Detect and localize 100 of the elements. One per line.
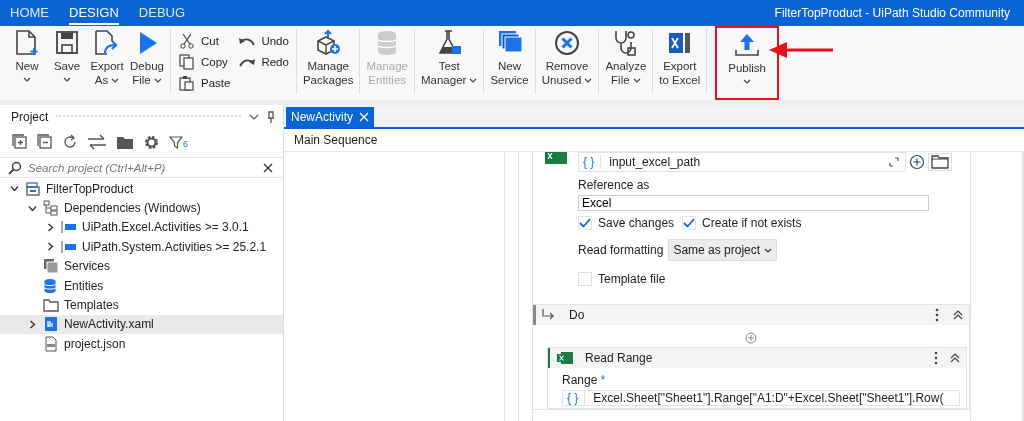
tree-item[interactable]: Templates (0, 295, 283, 315)
activity-title: Read Range (585, 351, 653, 365)
checkbox-option[interactable]: Save changes (578, 216, 675, 230)
folder-icon[interactable] (116, 134, 134, 150)
breadcrumb[interactable]: Main Sequence (294, 133, 378, 147)
collapse-all-icon[interactable] (37, 134, 53, 150)
menu-tab[interactable]: DESIGN (69, 1, 119, 25)
container-title: Do (569, 308, 585, 322)
field-label: Reference as (578, 178, 651, 192)
required-mark: * (600, 373, 606, 387)
checkbox[interactable] (578, 216, 592, 230)
expand-icon[interactable] (889, 157, 899, 167)
tree-label: project.json (64, 336, 126, 351)
chevron-right-icon[interactable] (27, 319, 37, 329)
ribbon-small-button[interactable]: Paste (178, 73, 231, 92)
tree-label: Templates (64, 298, 119, 313)
ribbon-button[interactable]: New Service (487, 29, 532, 94)
path-value: input_excel_path (609, 155, 702, 169)
tree-item[interactable]: UiPath.System.Activities >= 25.2.1 (0, 237, 283, 257)
window-title: FilterTopProduct - UiPath Studio Community (774, 6, 1010, 20)
ribbon-button[interactable]: Debug File (127, 29, 167, 94)
range-field[interactable]: { } Excel.Sheet["Sheet1"].Range["A1:D"+Excel.Sheet["Sheet1"].Row( (562, 390, 960, 406)
caret-icon (153, 77, 162, 83)
ribbon-small-button[interactable]: Redo (238, 52, 289, 71)
ribbon-button[interactable]: Publish (725, 31, 769, 94)
stacked-windows-icon (43, 258, 59, 275)
tree-item[interactable]: UiPath.Excel.Activities >= 3.0.1 (0, 217, 283, 238)
caret-icon (632, 77, 641, 83)
field-label: Read formatting (578, 243, 664, 257)
caret-icon (23, 77, 31, 82)
branch-arrow-icon (541, 309, 555, 321)
more-icon[interactable] (935, 308, 939, 322)
tree-item[interactable]: Services (0, 256, 283, 276)
caret-icon (743, 79, 752, 84)
remove-circle-icon (553, 29, 582, 57)
filter-count: 6 (183, 138, 188, 149)
tree-label: Dependencies (Windows) (64, 201, 201, 216)
close-icon[interactable] (263, 162, 273, 173)
checkbox-option[interactable]: Create if not exists (682, 216, 802, 230)
ribbon-button[interactable]: New (7, 29, 47, 94)
tree-label: UiPath.Excel.Activities >= 3.0.1 (82, 220, 249, 235)
ribbon-button[interactable]: Export to Excel (656, 29, 704, 94)
checkbox-label: Create if not exists (702, 216, 802, 230)
chevron-down-icon[interactable] (9, 184, 19, 194)
menu-tab[interactable]: HOME (10, 1, 49, 25)
panel-title: Project (11, 110, 49, 124)
chevron-down-icon[interactable] (27, 203, 37, 213)
collapse-icon[interactable] (953, 310, 963, 320)
chevron-right-icon[interactable] (45, 222, 55, 232)
checkbox[interactable] (578, 272, 592, 286)
settings-icon[interactable] (143, 133, 160, 151)
ribbon-button[interactable]: Test Manager (418, 29, 481, 94)
search-icon (8, 160, 22, 175)
filter-button[interactable]: 6 (169, 135, 188, 149)
tree-item[interactable]: Dependencies (Windows) (0, 198, 283, 218)
path-field[interactable]: { } input_excel_path (578, 152, 906, 172)
checkbox-option[interactable]: Template file (578, 272, 952, 286)
flask-icon (436, 29, 463, 57)
add-circle-icon[interactable] (909, 154, 925, 170)
menu-tab[interactable]: DEBUG (138, 1, 186, 25)
ribbon-button[interactable]: Export As (87, 29, 127, 94)
ribbon-button[interactable]: Manage Packages (299, 29, 357, 94)
collapse-icon[interactable] (950, 353, 960, 363)
caret-icon (111, 77, 120, 83)
tree-item[interactable]: NewActivity.xaml (0, 314, 283, 335)
database-icon (43, 277, 59, 294)
refresh-icon[interactable] (62, 134, 78, 150)
reference-input[interactable]: Excel (578, 195, 929, 211)
ribbon-small-button[interactable]: Cut (178, 31, 231, 50)
tree-label: FilterTopProduct (46, 181, 134, 196)
pin-icon[interactable] (267, 111, 275, 123)
tree-label: NewActivity.xaml (64, 317, 154, 332)
ribbon-button[interactable]: Save (47, 29, 87, 94)
sync-arrows-icon[interactable] (87, 134, 107, 150)
caret-icon (584, 77, 593, 83)
tree-item[interactable]: project.json (0, 334, 283, 354)
new-file-icon (14, 29, 40, 57)
range-value: Excel.Sheet["Sheet1"].Range["A1:D"+Excel.Sheet["Sheet1"].Row( (593, 391, 945, 405)
tree-label: Entities (64, 278, 104, 293)
project-icon (25, 180, 41, 197)
formatting-dropdown[interactable]: Same as project (668, 239, 778, 261)
scissors-icon (178, 32, 196, 49)
ribbon-button[interactable]: Remove Unused (538, 29, 596, 94)
ribbon-small-button[interactable]: Copy (178, 52, 231, 71)
more-icon[interactable] (934, 351, 938, 365)
chevron-down-icon[interactable] (249, 114, 259, 120)
ribbon-small-button[interactable]: Undo (238, 31, 289, 50)
document-tab[interactable]: NewActivity (286, 107, 374, 127)
ribbon-button[interactable]: Analyze File (602, 29, 650, 94)
expand-all-icon[interactable] (12, 134, 28, 150)
browse-button[interactable] (928, 153, 952, 171)
excel-icon (557, 351, 573, 365)
package-icon (61, 221, 77, 234)
tree-item[interactable]: Entities (0, 275, 283, 296)
search-field[interactable]: Search project (Ctrl+Alt+P) (28, 161, 257, 174)
filter-icon (169, 135, 183, 149)
package-icon (61, 240, 77, 253)
chevron-right-icon[interactable] (45, 242, 55, 252)
tree-item[interactable]: FilterTopProduct (0, 179, 283, 199)
checkbox[interactable] (682, 216, 697, 230)
